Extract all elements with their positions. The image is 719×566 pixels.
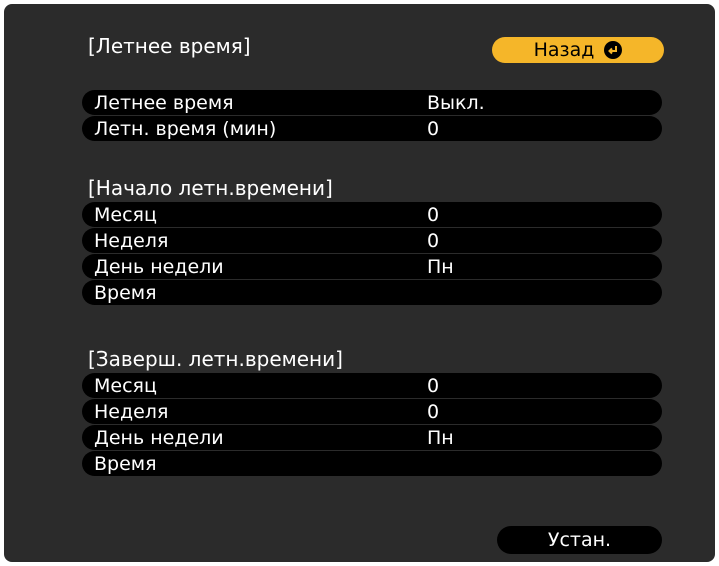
dst-minutes-row[interactable]: Летн. время (мин) 0: [82, 116, 662, 141]
end-month-row[interactable]: Месяц 0: [82, 373, 662, 398]
end-time-row[interactable]: Время: [82, 451, 662, 476]
row-label: Время: [94, 281, 157, 304]
row-label: Летн. время (мин): [94, 117, 277, 140]
row-label: Месяц: [94, 374, 157, 397]
row-label: День недели: [94, 426, 224, 449]
row-label: Время: [94, 452, 157, 475]
end-week-row[interactable]: Неделя 0: [82, 399, 662, 424]
start-settings-group: Месяц 0 Неделя 0 День недели Пн Время: [82, 202, 662, 306]
back-button[interactable]: Назад: [492, 37, 664, 63]
start-month-row[interactable]: Месяц 0: [82, 202, 662, 227]
main-settings-group: Летнее время Выкл. Летн. время (мин) 0: [82, 90, 662, 142]
end-section-title: [Заверш. летн.времени]: [88, 347, 343, 371]
row-label: Неделя: [94, 229, 169, 252]
start-section-title: [Начало летн.времени]: [88, 176, 333, 200]
row-label: Месяц: [94, 203, 157, 226]
end-weekday-row[interactable]: День недели Пн: [82, 425, 662, 450]
back-button-label: Назад: [533, 39, 595, 61]
set-button[interactable]: Устан.: [497, 526, 662, 554]
row-label: Неделя: [94, 400, 169, 423]
row-value: 0: [427, 374, 440, 397]
start-time-row[interactable]: Время: [82, 280, 662, 305]
row-value: Пн: [427, 426, 454, 449]
row-value: 0: [427, 117, 440, 140]
row-value: Выкл.: [427, 91, 485, 114]
row-label: День недели: [94, 255, 224, 278]
end-settings-group: Месяц 0 Неделя 0 День недели Пн Время: [82, 373, 662, 477]
start-week-row[interactable]: Неделя 0: [82, 228, 662, 253]
row-value: 0: [427, 203, 440, 226]
dst-settings-panel: [Летнее время] Назад Летнее время Выкл. …: [4, 4, 715, 562]
row-value: Пн: [427, 255, 454, 278]
enter-icon: [604, 41, 623, 59]
row-value: 0: [427, 400, 440, 423]
row-label: Летнее время: [94, 91, 234, 114]
dst-toggle-row[interactable]: Летнее время Выкл.: [82, 90, 662, 115]
row-value: 0: [427, 229, 440, 252]
start-weekday-row[interactable]: День недели Пн: [82, 254, 662, 279]
page-title: [Летнее время]: [88, 34, 251, 58]
